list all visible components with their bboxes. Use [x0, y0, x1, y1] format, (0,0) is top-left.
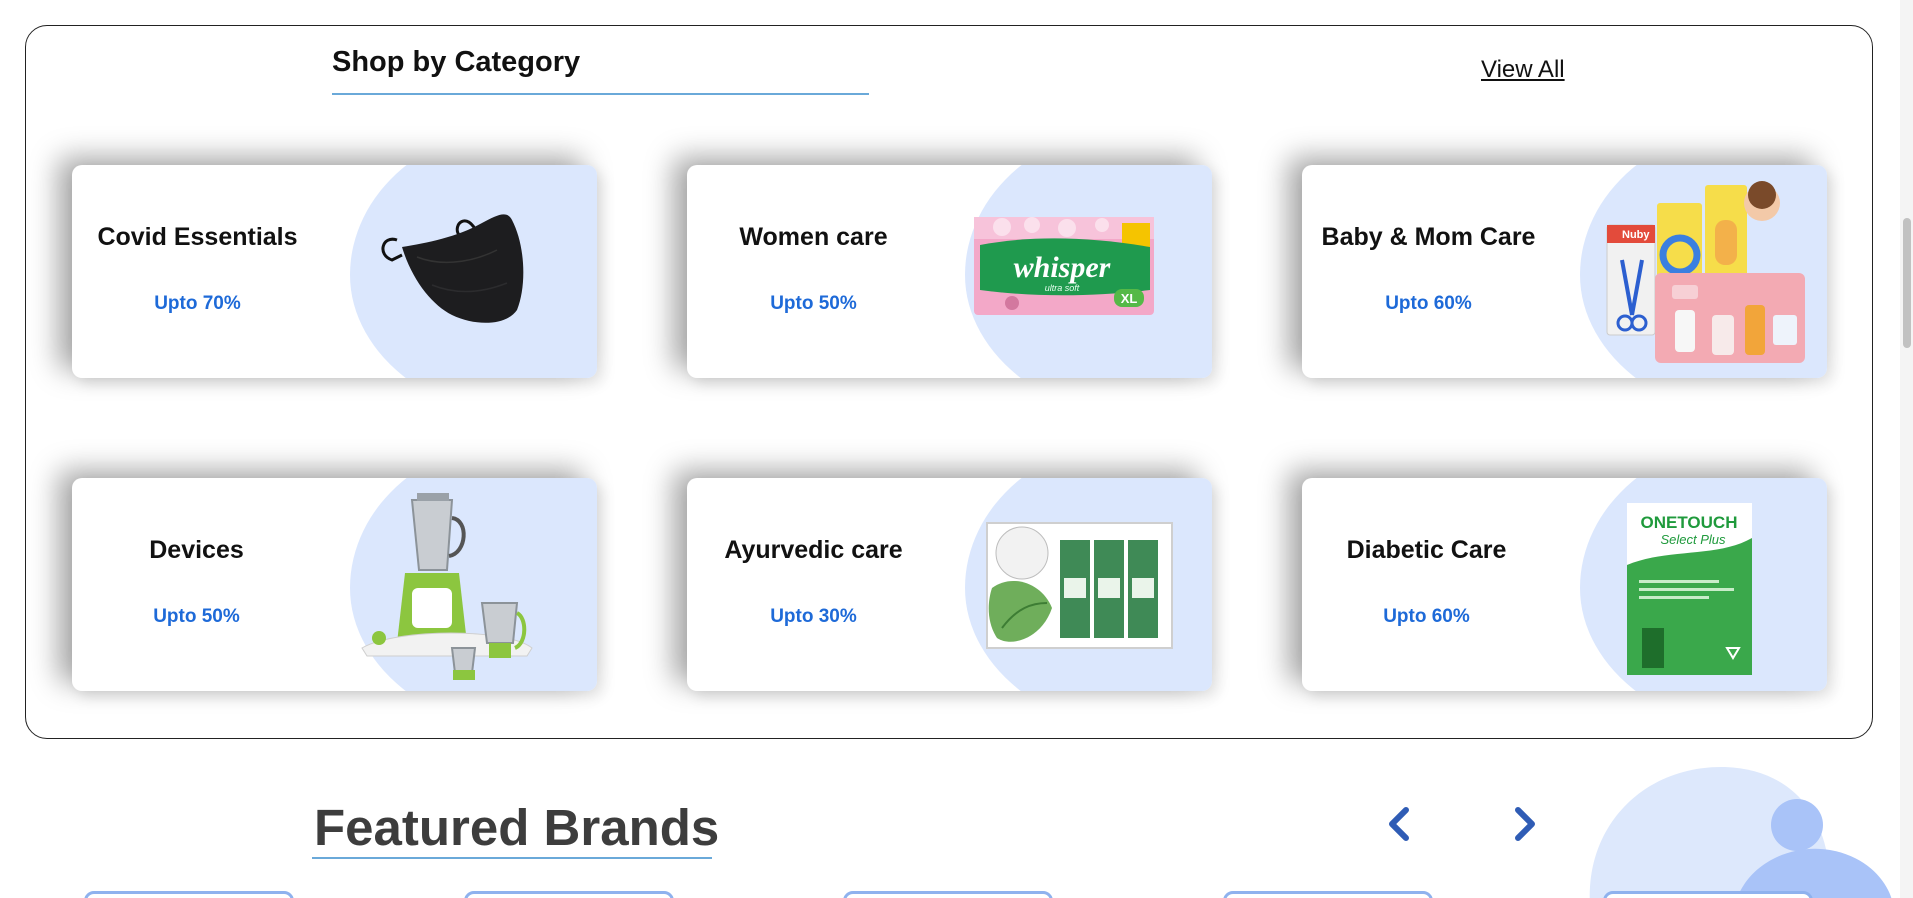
svg-text:ultra soft: ultra soft — [1045, 283, 1080, 293]
product-brand-text: ONETOUCH — [1641, 513, 1738, 532]
view-all-link[interactable]: View All — [1481, 56, 1565, 84]
category-name: Diabetic Care — [1346, 536, 1507, 564]
page: Shop by Category View All Covid Essentia… — [0, 0, 1913, 898]
glucose-test-strips-icon: ONETOUCH Select Plus — [1587, 478, 1822, 691]
brand-card[interactable] — [84, 891, 294, 898]
category-name: Ayurvedic care — [724, 536, 903, 564]
product-brand-text: whisper — [1014, 251, 1111, 284]
category-card-covid-essentials[interactable]: Covid Essentials Upto 70% — [72, 165, 597, 378]
category-card-women-care[interactable]: Women care Upto 50% whisper ultra soft X… — [687, 165, 1212, 378]
category-name: Devices — [149, 536, 244, 564]
brand-card[interactable] — [843, 891, 1053, 898]
category-card-ayurvedic-care[interactable]: Ayurvedic care Upto 30% — [687, 478, 1212, 691]
category-card-devices[interactable]: Devices Upto 50% — [72, 478, 597, 691]
category-card-baby-mom-care[interactable]: Baby & Mom Care Upto 60% Nuby — [1302, 165, 1827, 378]
baby-care-kit-icon: Nuby — [1587, 165, 1822, 378]
category-offer: Upto 50% — [153, 606, 240, 627]
category-offer: Upto 30% — [770, 606, 857, 627]
brand-card[interactable] — [1603, 891, 1813, 898]
title-underline — [312, 857, 712, 859]
featured-brands-title: Featured Brands — [314, 799, 720, 856]
face-mask-icon — [357, 165, 592, 378]
shop-by-category-section: Shop by Category View All Covid Essentia… — [25, 25, 1873, 739]
chevron-right-icon[interactable] — [1500, 800, 1548, 848]
category-name: Baby & Mom Care — [1321, 223, 1536, 251]
svg-text:Select Plus: Select Plus — [1660, 532, 1726, 547]
svg-text:Nuby: Nuby — [1622, 229, 1650, 241]
decorative-blob-illustration — [1585, 765, 1913, 898]
brand-card[interactable] — [464, 891, 674, 898]
category-name: Women care — [739, 223, 888, 251]
mixer-grinder-icon — [357, 478, 592, 691]
category-offer: Upto 60% — [1385, 293, 1472, 314]
scrollbar-thumb[interactable] — [1903, 218, 1911, 348]
brand-card[interactable] — [1223, 891, 1433, 898]
ayurvedic-gift-box-icon — [972, 478, 1207, 691]
sanitary-pad-pack-icon: whisper ultra soft XL — [972, 165, 1207, 378]
category-name: Covid Essentials — [97, 223, 298, 251]
category-offer: Upto 60% — [1383, 606, 1470, 627]
category-offer: Upto 70% — [154, 293, 241, 314]
section-title: Shop by Category — [332, 46, 581, 78]
category-card-diabetic-care[interactable]: Diabetic Care Upto 60% ONETOUCH Select P… — [1302, 478, 1827, 691]
vertical-scrollbar[interactable] — [1900, 0, 1913, 898]
svg-text:XL: XL — [1121, 291, 1138, 306]
chevron-left-icon[interactable] — [1376, 800, 1424, 848]
title-underline — [332, 93, 869, 95]
category-offer: Upto 50% — [770, 293, 857, 314]
